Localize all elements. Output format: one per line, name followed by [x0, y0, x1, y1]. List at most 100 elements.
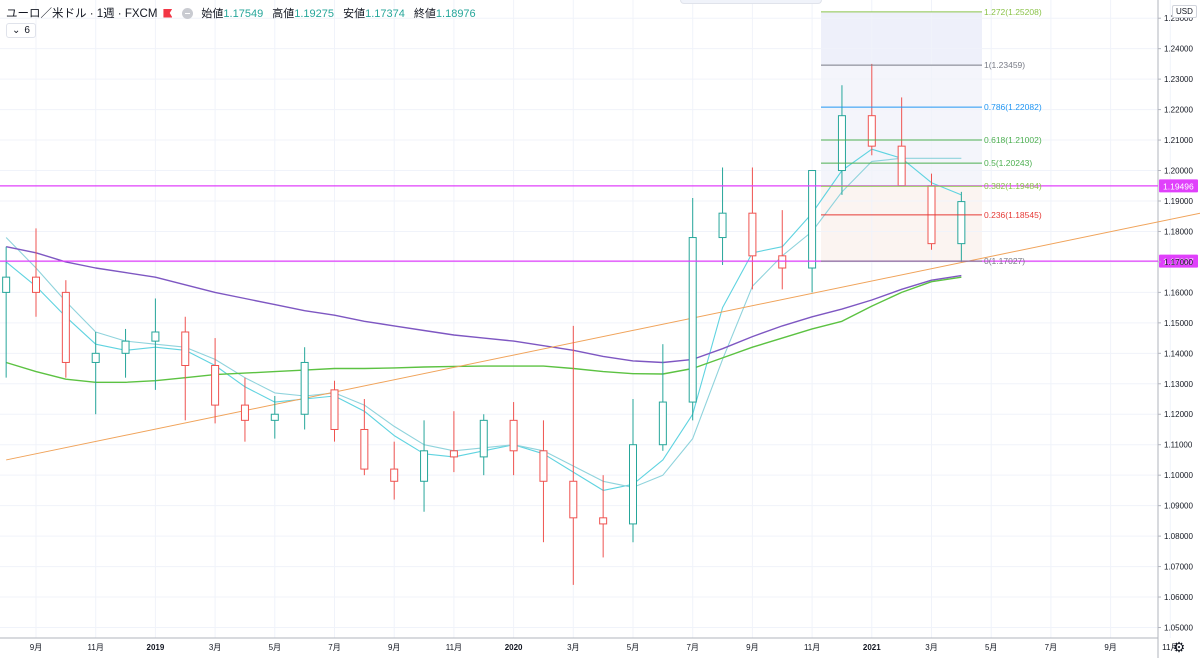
- price-tick-label: 1.22000: [1164, 106, 1193, 115]
- open-label: 始値: [201, 8, 224, 20]
- time-tick-label: 2019: [147, 643, 165, 652]
- candle-body: [688, 237, 697, 403]
- time-tick-label: 11月: [88, 643, 104, 652]
- candle-body: [330, 389, 339, 430]
- fib-level-label: 1(1.23459): [984, 60, 1025, 70]
- fib-level-label: 1.272(1.25208): [984, 7, 1042, 17]
- time-tick-label: 7月: [1045, 643, 1057, 652]
- price-tick-label: 1.05000: [1164, 624, 1193, 633]
- price-tick-label: 1.07000: [1164, 563, 1193, 572]
- price-tick-label: 1.11000: [1164, 441, 1193, 450]
- price-tick-label: 1.09000: [1164, 502, 1193, 511]
- time-tick-label: 11月: [446, 643, 462, 652]
- fib-level-label: 0.382(1.19484): [984, 181, 1042, 191]
- time-tick-label: 7月: [686, 643, 698, 652]
- price-tick-label: 1.21000: [1164, 136, 1193, 145]
- chart-legend: ユーロ／米ドル · 1週 · FXCM 始値1.17549 高値1.19275 …: [6, 5, 482, 21]
- candle-body: [2, 276, 11, 293]
- candle-body: [151, 331, 160, 342]
- time-tick-label: 5月: [627, 643, 639, 652]
- price-tick-label: 1.10000: [1164, 471, 1193, 480]
- indicator-count: 6: [24, 25, 30, 36]
- price-tick-label: 1.18000: [1164, 227, 1193, 236]
- gear-icon[interactable]: ⚙: [1170, 638, 1188, 656]
- time-tick-label: 3月: [567, 643, 579, 652]
- low-value: 1.17374: [365, 8, 405, 20]
- candle-body: [181, 331, 190, 367]
- candle-body: [240, 404, 249, 421]
- candle-body: [270, 413, 279, 421]
- candle-body: [390, 468, 399, 482]
- candlestick-series: [2, 63, 966, 585]
- candle-body: [509, 419, 518, 452]
- price-tick-label: 1.14000: [1164, 349, 1193, 358]
- candle-body: [808, 170, 817, 269]
- price-axis[interactable]: 1.05000 1.06000 1.07000 1.08000 1.09000 1.100…: [1158, 14, 1193, 633]
- fib-level-label: 0.236(1.18545): [984, 210, 1042, 220]
- time-tick-label: 11月: [804, 643, 820, 652]
- price-tick-label: 1.24000: [1164, 45, 1193, 54]
- toolbar-tab[interactable]: [680, 0, 822, 4]
- minus-icon[interactable]: [182, 7, 194, 19]
- low-label: 安値: [343, 8, 366, 20]
- candle-body: [300, 361, 309, 415]
- close-value: 1.18976: [435, 8, 476, 20]
- price-tick-label: 1.15000: [1164, 319, 1193, 328]
- price-tick-label: 1.19000: [1164, 197, 1193, 206]
- candle-body: [211, 365, 220, 406]
- time-tick-label: 5月: [985, 643, 997, 652]
- open-value: 1.17549: [223, 8, 264, 20]
- fib-zone-1272: [821, 11, 982, 66]
- candle-body: [420, 450, 429, 482]
- candle-body: [867, 115, 876, 147]
- price-tick-label: 1.13000: [1164, 380, 1193, 389]
- candle-body: [91, 352, 100, 363]
- price-tick-label: 1.06000: [1164, 593, 1193, 602]
- indicators-toggle[interactable]: ⌄ 6: [6, 23, 36, 38]
- price-tick-label: 1.17000: [1164, 258, 1193, 267]
- time-tick-label: 2021: [863, 643, 881, 652]
- time-tick-label: 7月: [328, 643, 340, 652]
- ma-long-green-line: [5, 276, 962, 383]
- time-tick-label: 9月: [746, 643, 758, 652]
- price-chart[interactable]: 1.194961.17027 1.272(1.25208) 1(1.23459) 0…: [0, 0, 1200, 658]
- candle-body: [599, 517, 608, 525]
- chart-grid: [0, 0, 1171, 658]
- candle-body: [360, 428, 369, 470]
- fib-level-label: 0.786(1.22082): [984, 102, 1042, 112]
- price-tick-label: 1.12000: [1164, 410, 1193, 419]
- symbol-title[interactable]: ユーロ／米ドル · 1週 · FXCM: [6, 5, 157, 21]
- time-tick-label: 9月: [1104, 643, 1116, 652]
- time-tick-label: 3月: [925, 643, 937, 652]
- horizontal-lines[interactable]: 1.194961.17027: [0, 179, 1198, 268]
- candle-body: [449, 450, 458, 458]
- candle-body: [121, 340, 130, 354]
- time-tick-label: 2020: [505, 643, 523, 652]
- candle-body: [957, 201, 966, 245]
- chevron-down-icon: ⌄: [12, 25, 21, 36]
- candle-body: [778, 255, 787, 269]
- time-tick-label: 9月: [30, 643, 42, 652]
- time-axis[interactable]: 9月 11月 2019 3月 5月 7月 9月 11月 2020 3月 5月 7月 9月 11月 2021 3…: [30, 643, 1179, 652]
- candle-body: [32, 276, 40, 293]
- price-tick-label: 1.16000: [1164, 288, 1193, 297]
- candle-body: [479, 419, 488, 458]
- price-tick-label: 1.08000: [1164, 532, 1193, 541]
- candle-body: [718, 212, 727, 239]
- candle-body: [629, 444, 637, 525]
- currency-label[interactable]: USD: [1172, 5, 1197, 18]
- time-tick-label: 3月: [209, 643, 221, 652]
- high-value: 1.19275: [294, 8, 335, 20]
- candle-body: [539, 450, 548, 482]
- horizontal-line-price-label: 1.19496: [1163, 181, 1194, 191]
- candle-body: [897, 145, 906, 187]
- candle-body: [658, 401, 667, 446]
- ohlc-values: 始値1.17549 高値1.19275 安値1.17374 終値1.18976: [201, 5, 481, 21]
- fib-level-label: 0.618(1.21002): [984, 135, 1042, 145]
- candle-body: [61, 291, 70, 363]
- candle-body: [569, 480, 578, 519]
- flag-icon[interactable]: [163, 8, 173, 18]
- ma-long-purple-line: [6, 246, 962, 364]
- time-tick-label: 5月: [269, 643, 281, 652]
- time-tick-label: 9月: [388, 643, 400, 652]
